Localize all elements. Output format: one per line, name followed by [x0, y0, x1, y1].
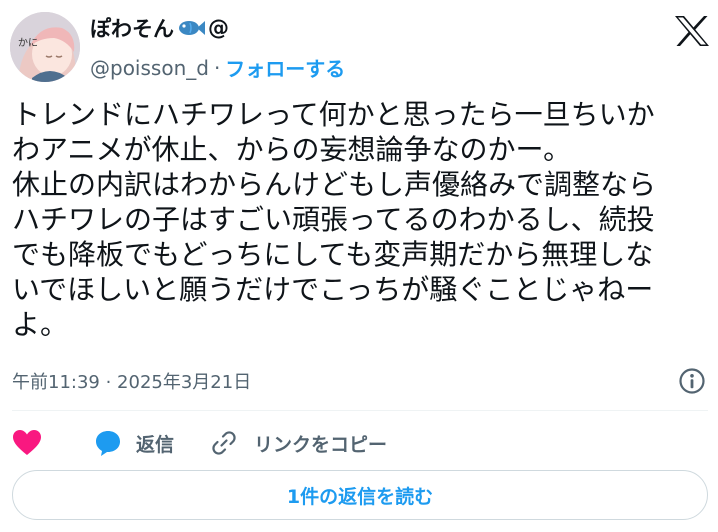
tweet-line: ハチワレの子はすごい頑張ってるのわかるし、続投	[12, 203, 655, 236]
tweet-text: トレンドにハチワレって何かと思ったら一旦ちいか わアニメが休止、からの妄想論争な…	[12, 97, 712, 342]
copy-link-button[interactable]: リンクをコピー	[210, 429, 387, 457]
author-handle[interactable]: @poisson_d	[90, 56, 209, 80]
info-icon[interactable]	[678, 367, 706, 395]
follow-button[interactable]: フォローする	[225, 53, 345, 82]
tweet-timestamp[interactable]: 午前11:39 · 2025年3月21日	[12, 368, 251, 394]
handle-row: @poisson_d · フォローする	[90, 53, 345, 82]
heart-icon	[13, 430, 41, 455]
tweet-line: よ。	[12, 308, 69, 341]
fish-icon	[179, 21, 205, 35]
reply-icon	[96, 431, 120, 456]
read-replies-button[interactable]: 1件の返信を読む	[12, 470, 708, 520]
avatar[interactable]: かに	[10, 12, 80, 82]
reply-button[interactable]: 返信	[94, 429, 174, 457]
copy-link-label: リンクをコピー	[254, 433, 388, 456]
like-button[interactable]	[12, 429, 42, 457]
avatar-text: かに	[18, 37, 38, 49]
avatar-image: かに	[10, 12, 80, 82]
link-icon	[212, 431, 236, 455]
x-logo-icon[interactable]	[675, 16, 709, 46]
tweet-line: いでほしいと願うだけでこっちが騒ぐことじゃねー	[12, 273, 654, 306]
read-replies-label: 1件の返信を読む	[286, 485, 434, 508]
reply-label: 返信	[136, 433, 175, 456]
handle-separator: ·	[213, 55, 221, 80]
divider	[12, 410, 708, 411]
action-bar: 返信 リンクをコピー	[12, 426, 387, 460]
tweet-line: わアニメが休止、からの妄想論争なのかー。	[12, 133, 572, 166]
author-name-row[interactable]: ぽわそん @	[90, 13, 229, 43]
author-display-name[interactable]: ぽわそん	[90, 13, 174, 43]
author-name-suffix: @	[208, 16, 229, 40]
tweet-line: トレンドにハチワレって何かと思ったら一旦ちいか	[12, 98, 655, 131]
tweet-line: でも降板でもどっちにしても変声期だから無理しな	[12, 238, 654, 271]
tweet-line: 休止の内訳はわからんけどもし声優絡みで調整なら	[12, 168, 657, 201]
